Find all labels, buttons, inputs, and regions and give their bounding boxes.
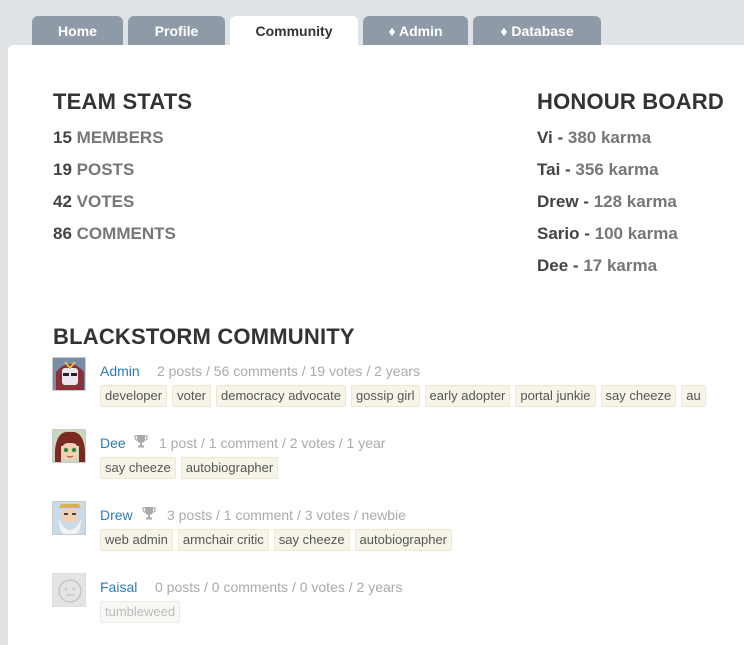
badge: developer: [100, 385, 168, 407]
member-row: Dee 1 post / 1 comment / 2 votes / 1 yea…: [52, 429, 744, 489]
member-name-link[interactable]: Dee: [100, 435, 126, 451]
community-title: BLACKSTORM COMMUNITY: [53, 324, 355, 349]
member-row: Faisal 0 posts / 0 comments / 0 votes / …: [52, 573, 744, 633]
honour-karma: 128 karma: [593, 192, 677, 211]
stat-comments: 86 COMMENTS: [53, 224, 176, 244]
member-stats: 0 posts / 0 comments / 0 votes / 2 years: [155, 579, 403, 595]
honour-karma: 356 karma: [575, 160, 659, 179]
honour-entry: Drew - 128 karma: [537, 192, 677, 212]
member-name-link[interactable]: Faisal: [100, 579, 137, 595]
tab-profile[interactable]: Profile: [128, 16, 225, 46]
stat-value: 19: [53, 160, 72, 179]
stat-posts: 19 POSTS: [53, 160, 134, 180]
honour-entry: Dee - 17 karma: [537, 256, 657, 276]
avatar[interactable]: [52, 501, 86, 535]
honour-entry: Vi - 380 karma: [537, 128, 651, 148]
stat-label: COMMENTS: [76, 224, 176, 243]
member-name-link[interactable]: Admin: [100, 363, 140, 379]
honour-name: Dee -: [537, 256, 579, 275]
member-name-link[interactable]: Drew: [100, 507, 133, 523]
honour-name: Sario -: [537, 224, 590, 243]
badge: democracy advocate: [216, 385, 346, 407]
badge: tumbleweed: [100, 601, 181, 623]
stat-label: MEMBERS: [76, 128, 164, 147]
honour-name: Tai -: [537, 160, 571, 179]
stat-value: 42: [53, 192, 72, 211]
tab-bar: Home Profile Community ♦ Admin ♦ Databas…: [32, 16, 606, 47]
team-stats-title: TEAM STATS: [53, 89, 193, 114]
stat-label: POSTS: [76, 160, 135, 179]
honour-karma: 100 karma: [594, 224, 678, 243]
badge-list: say cheeze autobiographer: [100, 457, 283, 479]
tab-home[interactable]: Home: [32, 16, 123, 46]
member-row: Drew 3 posts / 1 comment / 3 votes / new…: [52, 501, 744, 561]
stat-members: 15 MEMBERS: [53, 128, 164, 148]
badge: au: [681, 385, 706, 407]
member-stats: 2 posts / 56 comments / 19 votes / 2 yea…: [157, 363, 421, 379]
member-stats: 1 post / 1 comment / 2 votes / 1 year: [159, 435, 386, 451]
stat-value: 86: [53, 224, 72, 243]
tab-database[interactable]: ♦ Database: [473, 16, 601, 46]
badge: gossip girl: [350, 385, 420, 407]
stat-votes: 42 VOTES: [53, 192, 134, 212]
badge: portal junkie: [515, 385, 596, 407]
badge: autobiographer: [354, 529, 453, 551]
badge-list: web admin armchair critic say cheeze aut…: [100, 529, 457, 551]
honour-karma: 17 karma: [583, 256, 658, 275]
badge: armchair critic: [177, 529, 269, 551]
badge-list: tumbleweed: [100, 601, 185, 623]
trophy-icon: [142, 507, 156, 520]
badge-list: developer voter democracy advocate gossi…: [100, 385, 711, 407]
avatar[interactable]: [52, 357, 86, 391]
stat-label: VOTES: [76, 192, 135, 211]
honour-name: Drew -: [537, 192, 589, 211]
badge: web admin: [100, 529, 173, 551]
badge: say cheeze: [600, 385, 677, 407]
stat-value: 15: [53, 128, 72, 147]
badge: autobiographer: [180, 457, 279, 479]
honour-entry: Sario - 100 karma: [537, 224, 678, 244]
avatar[interactable]: [52, 573, 86, 607]
tab-community[interactable]: Community: [230, 16, 358, 47]
badge: say cheeze: [100, 457, 176, 479]
avatar[interactable]: [52, 429, 86, 463]
badge: voter: [172, 385, 212, 407]
honour-board-title: HONOUR BOARD: [537, 89, 724, 114]
trophy-icon: [134, 435, 148, 448]
honour-entry: Tai - 356 karma: [537, 160, 659, 180]
member-stats: 3 posts / 1 comment / 3 votes / newbie: [167, 507, 406, 523]
member-row: Admin 2 posts / 56 comments / 19 votes /…: [52, 357, 744, 417]
honour-karma: 380 karma: [567, 128, 652, 147]
badge: early adopter: [424, 385, 511, 407]
tab-admin[interactable]: ♦ Admin: [363, 16, 468, 46]
honour-name: Vi -: [537, 128, 564, 147]
badge: say cheeze: [273, 529, 350, 551]
